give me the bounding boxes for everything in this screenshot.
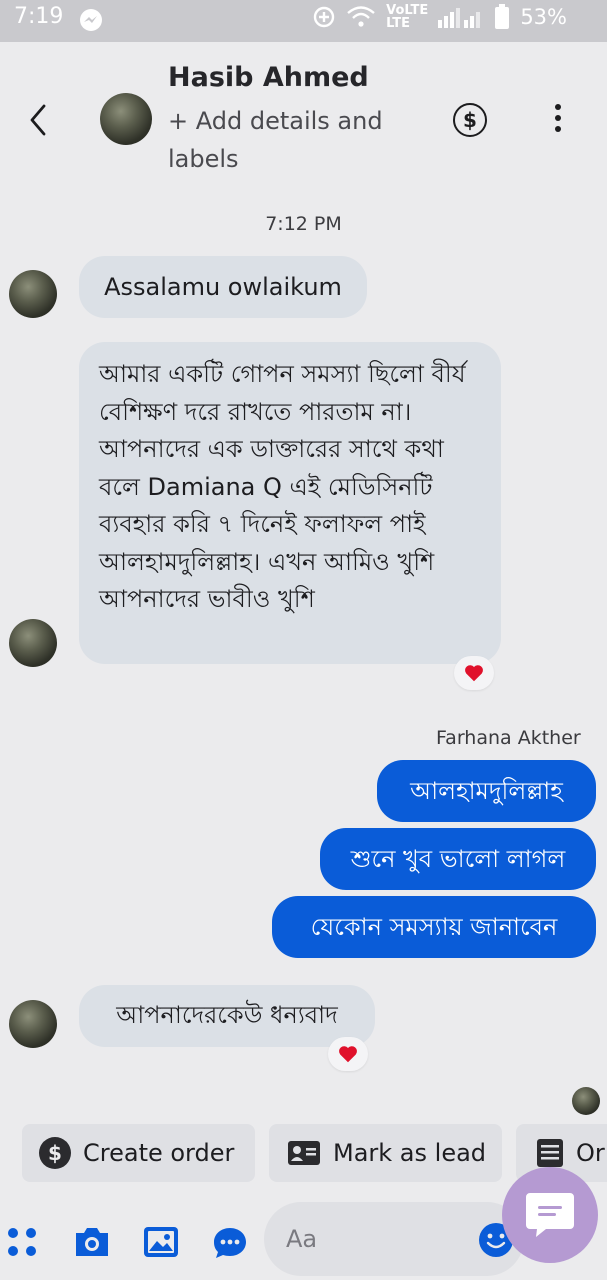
chat-head-button[interactable] [502, 1167, 598, 1263]
status-right: VoLTE LTE 53% [312, 4, 567, 30]
message-reaction[interactable] [454, 656, 494, 690]
battery-percent: 53% [520, 5, 567, 29]
camera-icon[interactable] [72, 1225, 112, 1259]
message-bubble-outgoing[interactable]: আলহামদুলিল্লাহ [377, 760, 596, 822]
add-details-labels-link[interactable]: + Add details and labels [168, 102, 418, 178]
payment-button[interactable]: $ [453, 103, 487, 137]
status-time: 7:19 [14, 4, 64, 29]
create-order-button[interactable]: $ Create order [22, 1124, 255, 1182]
more-options-icon[interactable] [548, 104, 568, 138]
battery-icon [495, 4, 510, 29]
mark-as-lead-button[interactable]: Mark as lead [269, 1124, 502, 1182]
contact-avatar[interactable] [100, 93, 152, 145]
sender-name: Farhana Akther [436, 727, 581, 749]
contact-card-icon [288, 1141, 320, 1165]
dollar-icon: $ [39, 1137, 71, 1169]
message-reaction[interactable] [328, 1037, 368, 1071]
sender-avatar[interactable] [9, 1000, 57, 1048]
sender-avatar[interactable] [9, 619, 57, 667]
status-bar: 7:19 VoLTE LTE 53% [0, 0, 607, 42]
back-button[interactable] [22, 100, 56, 140]
data-saver-icon [313, 6, 335, 28]
contact-name[interactable]: Hasib Ahmed [168, 62, 369, 93]
gallery-icon[interactable] [143, 1226, 179, 1258]
heart-icon [465, 665, 483, 682]
heart-icon [339, 1046, 357, 1063]
apps-grid-icon[interactable] [6, 1226, 38, 1258]
dollar-icon: $ [463, 108, 477, 132]
chat-bubble-icon[interactable] [212, 1226, 248, 1260]
message-bubble-incoming[interactable]: Assalamu owlaikum [79, 256, 367, 318]
sender-avatar[interactable] [9, 270, 57, 318]
seen-avatar [572, 1087, 600, 1115]
message-timestamp: 7:12 PM [265, 213, 342, 235]
message-bubble-incoming[interactable]: আমার একটি গোপন সমস্যা ছিলো বীর্য বেশিক্ষ… [79, 342, 501, 664]
message-input-placeholder: Aa [286, 1225, 318, 1253]
network-type: VoLTE LTE [386, 3, 429, 31]
message-bubble-outgoing[interactable]: শুনে খুব ভালো লাগল [320, 828, 596, 890]
message-bubble-outgoing[interactable]: যেকোন সমস্যায় জানাবেন [272, 896, 596, 958]
wifi-icon [347, 6, 375, 27]
messenger-notification-icon [80, 9, 102, 31]
message-bubble-incoming[interactable]: আপনাদেরকেউ ধন্যবাদ [79, 985, 375, 1047]
message-square-icon [526, 1193, 574, 1237]
signal-icon [438, 8, 481, 28]
list-icon [537, 1139, 563, 1167]
